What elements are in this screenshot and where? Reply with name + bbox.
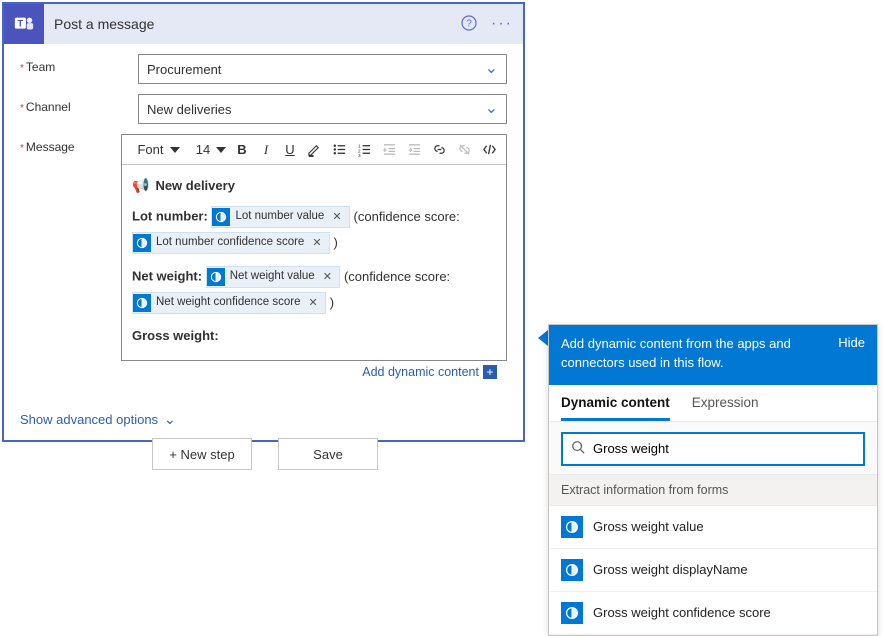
token-lot-number-value[interactable]: Lot number value ✕ xyxy=(211,206,349,228)
ai-builder-icon xyxy=(207,268,225,286)
tab-dynamic-content[interactable]: Dynamic content xyxy=(561,385,670,421)
chevron-down-icon: ⌄ xyxy=(485,61,498,77)
panel-connector-arrow xyxy=(538,330,548,346)
numbered-list-button[interactable]: 123 xyxy=(354,139,375,161)
ai-builder-icon xyxy=(133,234,151,252)
channel-select[interactable]: New deliveries ⌄ xyxy=(138,94,507,124)
svg-text:3: 3 xyxy=(358,153,361,157)
italic-button[interactable]: I xyxy=(256,139,276,161)
message-editor: Font 14 B I U 123 xyxy=(121,134,507,361)
message-body[interactable]: 📢 New delivery Lot number: Lot number va… xyxy=(122,165,506,360)
font-size-dropdown[interactable]: 14 xyxy=(194,139,228,161)
search-input-wrapper xyxy=(561,432,865,466)
remove-token-icon[interactable]: ✕ xyxy=(329,209,344,226)
panel-header: Add dynamic content from the apps and co… xyxy=(549,325,877,385)
channel-label: *Channel xyxy=(20,94,138,114)
ai-builder-icon xyxy=(561,516,583,538)
search-icon xyxy=(571,440,585,457)
card-header: T Post a message ? ··· xyxy=(4,4,523,44)
highlight-button[interactable] xyxy=(304,139,325,161)
code-view-button[interactable] xyxy=(479,139,500,161)
ai-builder-icon xyxy=(133,294,151,312)
result-gross-weight-value[interactable]: Gross weight value xyxy=(549,506,877,549)
result-gross-weight-confidence[interactable]: Gross weight confidence score xyxy=(549,592,877,635)
ai-builder-icon xyxy=(561,559,583,581)
editor-toolbar: Font 14 B I U 123 xyxy=(122,135,506,165)
indent-button[interactable] xyxy=(404,139,425,161)
chevron-down-icon: ⌄ xyxy=(485,101,498,117)
add-dynamic-content-link[interactable]: Add dynamic content+ xyxy=(121,361,507,386)
panel-tabs: Dynamic content Expression xyxy=(549,385,877,422)
more-icon[interactable]: ··· xyxy=(491,15,513,33)
token-lot-number-confidence[interactable]: Lot number confidence score ✕ xyxy=(132,232,330,254)
remove-token-icon[interactable]: ✕ xyxy=(309,235,324,252)
token-net-weight-confidence[interactable]: Net weight confidence score ✕ xyxy=(132,292,326,314)
font-dropdown[interactable]: Font xyxy=(128,139,190,161)
team-select[interactable]: Procurement ⌄ xyxy=(138,54,507,84)
search-input[interactable] xyxy=(593,441,855,456)
dynamic-content-panel: Add dynamic content from the apps and co… xyxy=(548,324,878,636)
result-gross-weight-displayname[interactable]: Gross weight displayName xyxy=(549,549,877,592)
svg-text:?: ? xyxy=(466,18,472,29)
bulleted-list-button[interactable] xyxy=(329,139,350,161)
token-net-weight-value[interactable]: Net weight value ✕ xyxy=(206,266,340,288)
hide-panel-link[interactable]: Hide xyxy=(838,335,865,350)
team-label: *Team xyxy=(20,54,138,74)
unlink-button[interactable] xyxy=(454,139,475,161)
results-group-header: Extract information from forms xyxy=(549,474,877,506)
outdent-button[interactable] xyxy=(379,139,400,161)
bold-button[interactable]: B xyxy=(232,139,252,161)
ai-builder-icon xyxy=(561,602,583,624)
show-advanced-options[interactable]: Show advanced options ⌄ xyxy=(4,403,523,440)
link-button[interactable] xyxy=(429,139,450,161)
card-title: Post a message xyxy=(44,16,461,32)
new-step-button[interactable]: + New step xyxy=(152,438,252,470)
remove-token-icon[interactable]: ✕ xyxy=(305,295,320,312)
chevron-down-icon: ⌄ xyxy=(164,411,176,428)
plus-icon: + xyxy=(483,365,497,379)
save-button[interactable]: Save xyxy=(278,438,378,470)
help-icon[interactable]: ? xyxy=(461,15,477,34)
remove-token-icon[interactable]: ✕ xyxy=(320,269,335,286)
bullhorn-icon: 📢 xyxy=(132,175,149,196)
ai-builder-icon xyxy=(212,208,230,226)
tab-expression[interactable]: Expression xyxy=(692,385,759,421)
action-card: T Post a message ? ··· *Team Procurement… xyxy=(2,2,525,442)
svg-text:T: T xyxy=(18,18,24,28)
teams-icon: T xyxy=(4,4,44,44)
message-label: *Message xyxy=(20,134,121,154)
underline-button[interactable]: U xyxy=(280,139,300,161)
